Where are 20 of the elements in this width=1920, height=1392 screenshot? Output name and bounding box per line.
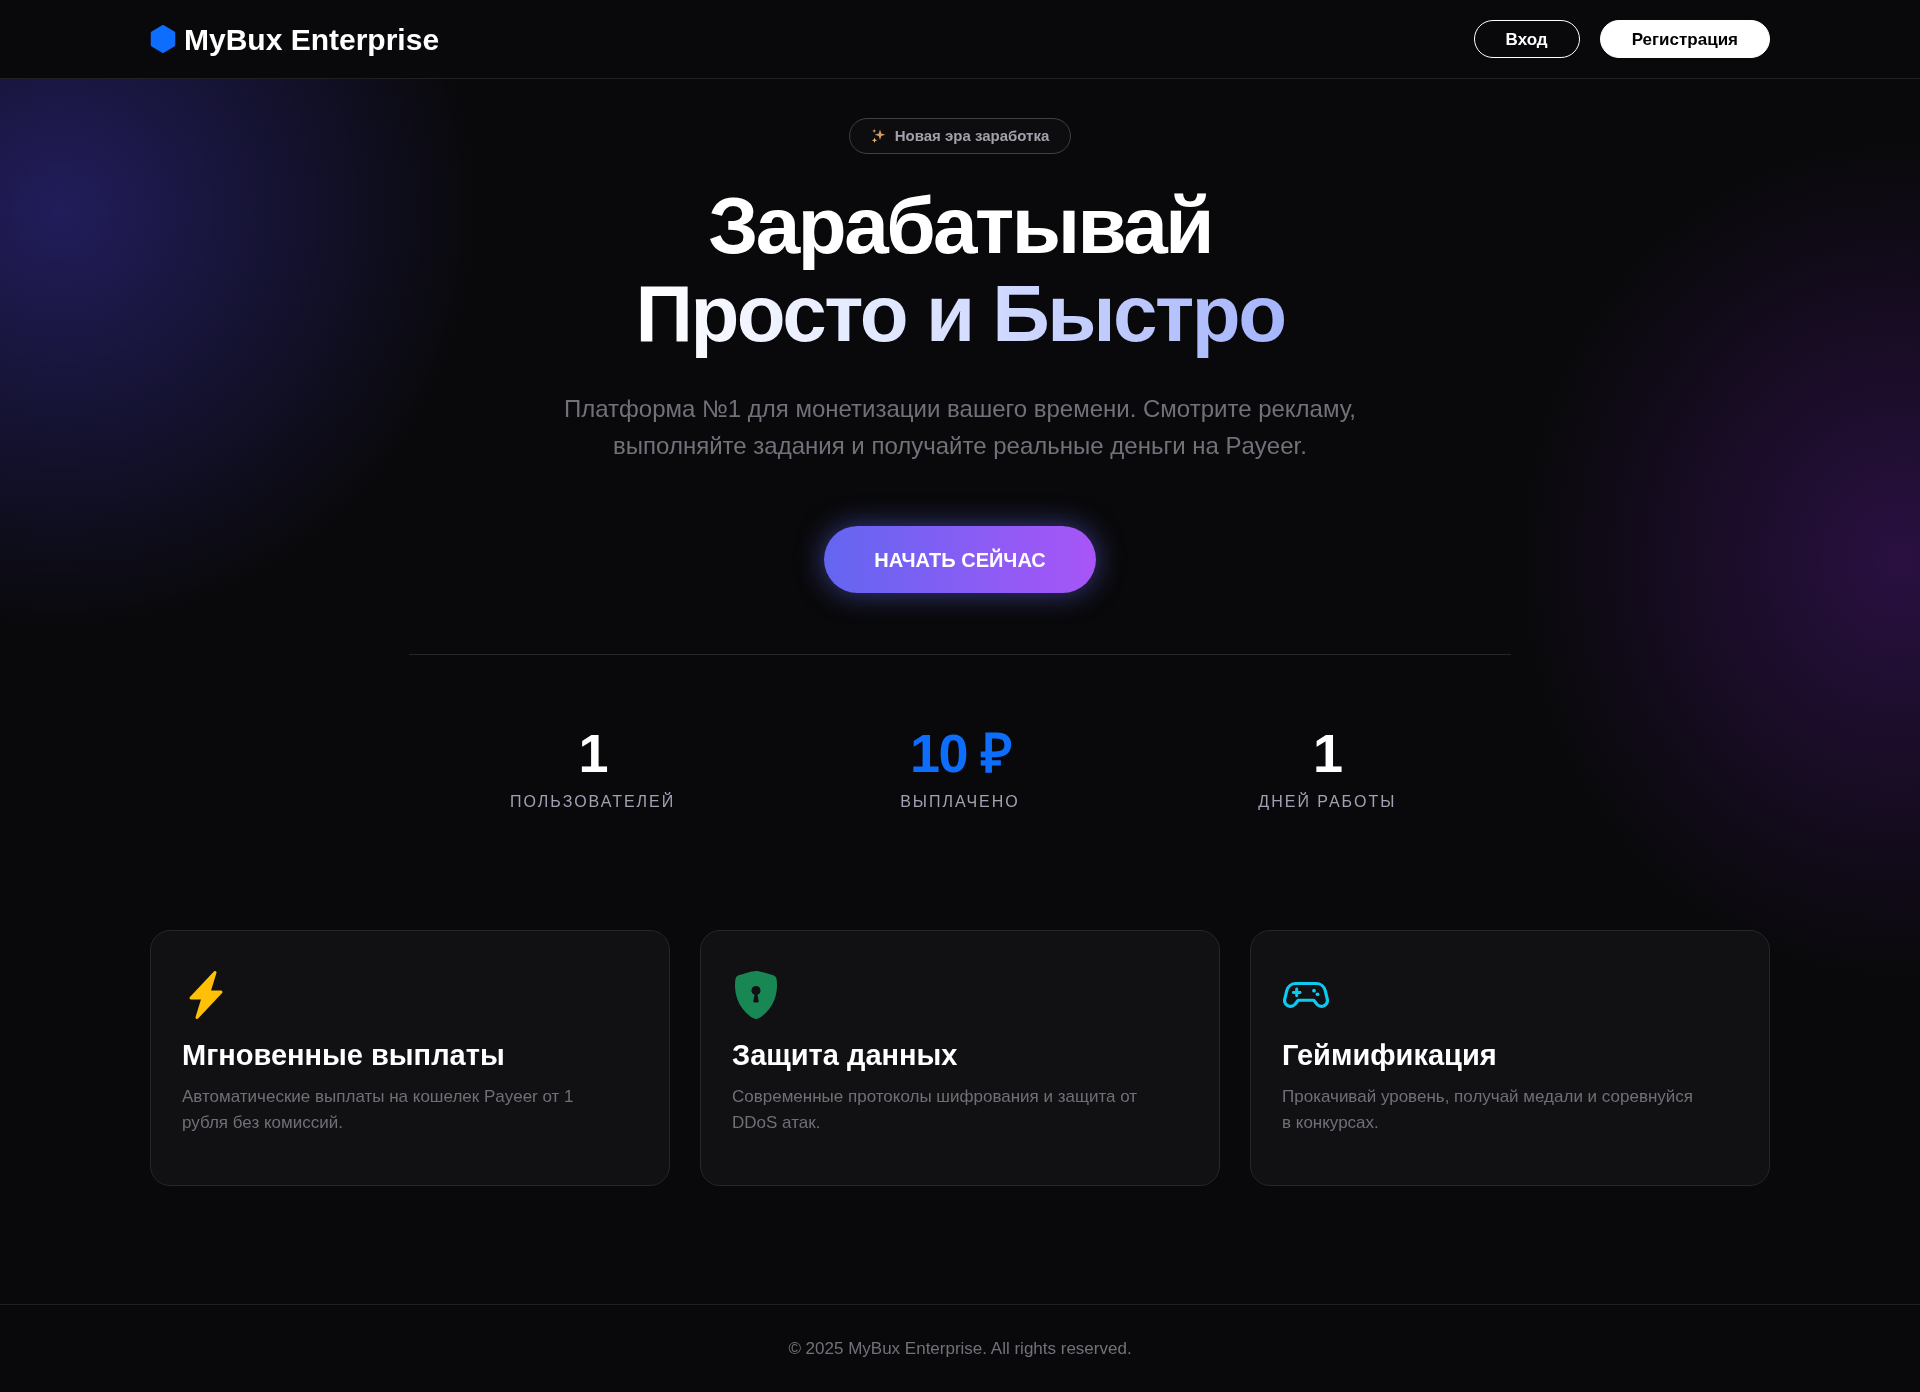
register-button[interactable]: Регистрация — [1599, 20, 1770, 58]
stat-label: ДНЕЙ РАБОТЫ — [1257, 791, 1398, 813]
stat-value: 1 — [577, 726, 608, 781]
brand-name[interactable]: MyBux Enterprise — [184, 16, 440, 62]
stat-label: ПОЛЬЗОВАТЕЛЕЙ — [509, 791, 677, 813]
feature-description: Современные протоколы шифрования и защита от DDoS атак. — [732, 1085, 1139, 1134]
feature-title: Мгновенные выплаты — [182, 1038, 506, 1074]
feature-description: Прокачивай уровень, получай медали и соревнуйся в конкурсах. — [1282, 1085, 1694, 1134]
stat-label: ВЫПЛАЧЕНО — [899, 792, 1021, 813]
copyright-text: © 2025 MyBux Enterprise. All rights reserved. — [788, 1337, 1132, 1360]
feature-title: Защита данных — [732, 1038, 959, 1074]
sparkles-icon — [870, 128, 887, 144]
feature-title: Геймификация — [1282, 1038, 1498, 1074]
hexagon-logo-icon — [150, 25, 176, 53]
stat-value: 10 ₽ — [908, 726, 1012, 781]
stat-value: 1 — [1312, 726, 1343, 781]
new-era-badge: Новая эра заработка — [848, 118, 1072, 154]
feature-description: Автоматические выплаты на кошелек Payeer от 1 рубля без комиссий. — [182, 1085, 575, 1134]
hero-subtitle: Платформа №1 для монетизации вашего времени. Смотрите рекламу, выполняйте задания и получайте реальные деньги на Payeer. — [562, 394, 1357, 462]
start-now-button[interactable]: НАЧАТЬ СЕЙЧАС — [824, 526, 1096, 594]
